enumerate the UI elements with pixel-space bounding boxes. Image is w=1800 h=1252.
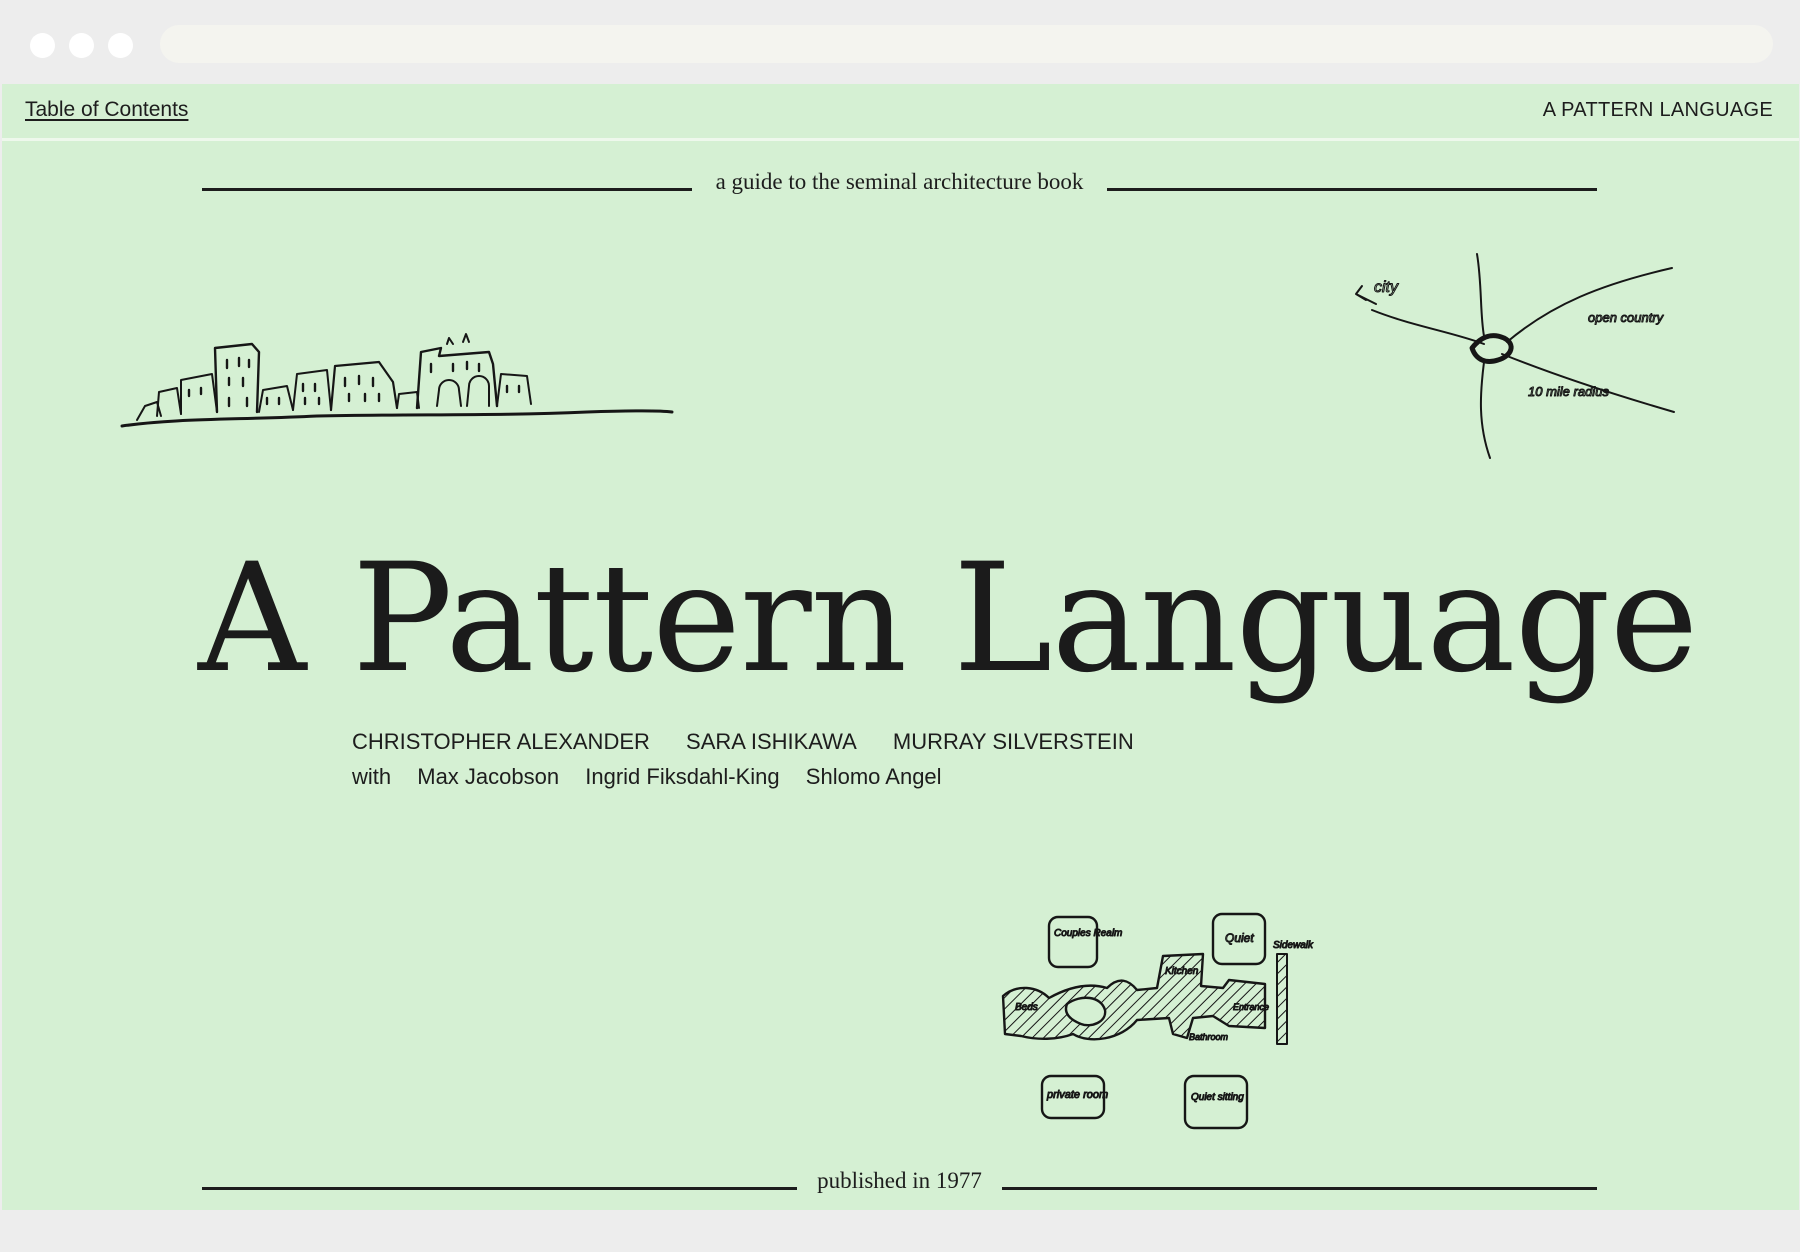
with-label: with [352,764,392,789]
close-dot-button[interactable] [30,33,55,58]
plan-label-beds: Beds [1015,1002,1038,1013]
plan-label-quiet: Quiet [1225,931,1254,945]
plan-label-bathroom: Bathroom [1189,1032,1229,1042]
published-row: published in 1977 [202,1168,1597,1208]
network-label-radius: 10 mile radius [1528,384,1609,399]
tagline-row: a guide to the seminal architecture book [202,169,1597,209]
top-navigation: Table of Contents A PATTERN LANGUAGE [2,84,1799,141]
published-date: published in 1977 [817,1168,982,1193]
table-of-contents-link[interactable]: Table of Contents [25,98,188,122]
author-name: SARA ISHIKAWA [686,729,857,754]
minimize-dot-button[interactable] [69,33,94,58]
plan-label-private-room: private room [1046,1089,1108,1101]
maximize-dot-button[interactable] [108,33,133,58]
network-label-city: city [1374,279,1399,296]
author-list: CHRISTOPHER ALEXANDER SARA ISHIKAWA MURR… [352,729,1164,755]
contributor-list: with Max Jacobson Ingrid Fiksdahl-King S… [352,764,962,790]
contributor-name: Max Jacobson [417,764,560,789]
contributor-name: Shlomo Angel [805,764,942,789]
author-name: MURRAY SILVERSTEIN [892,729,1134,754]
tagline: a guide to the seminal architecture book [715,169,1084,194]
plan-label-entrance: Entrance [1233,1002,1269,1012]
author-name: CHRISTOPHER ALEXANDER [352,729,650,754]
site-brand: A PATTERN LANGUAGE [1542,99,1773,121]
plan-label-sidewalk: Sidewalk [1273,940,1314,951]
page-viewport: Table of Contents A PATTERN LANGUAGE a g… [2,84,1799,1210]
plan-label-quiet-sitting: Quiet sitting [1191,1092,1244,1103]
network-label-open-country: open country [1588,310,1665,325]
town-sketch-icon [120,333,674,428]
plan-label-kitchen: Kitchen [1165,966,1199,977]
address-bar[interactable] [160,25,1773,63]
tagline-rule-right [1107,188,1597,191]
network-sketch-icon: city open country 10 mile radius [1355,253,1675,459]
published-rule-right [1002,1187,1597,1190]
hero-title: A Pattern Language [198,532,1698,706]
contributor-name: Ingrid Fiksdahl-King [585,764,780,789]
floor-plan-sketch-icon: Couples Realm Quiet Kitchen Sidewalk Bed… [1001,912,1315,1130]
browser-chrome [0,0,1800,84]
plan-label-couples: Couples Realm [1054,928,1122,939]
